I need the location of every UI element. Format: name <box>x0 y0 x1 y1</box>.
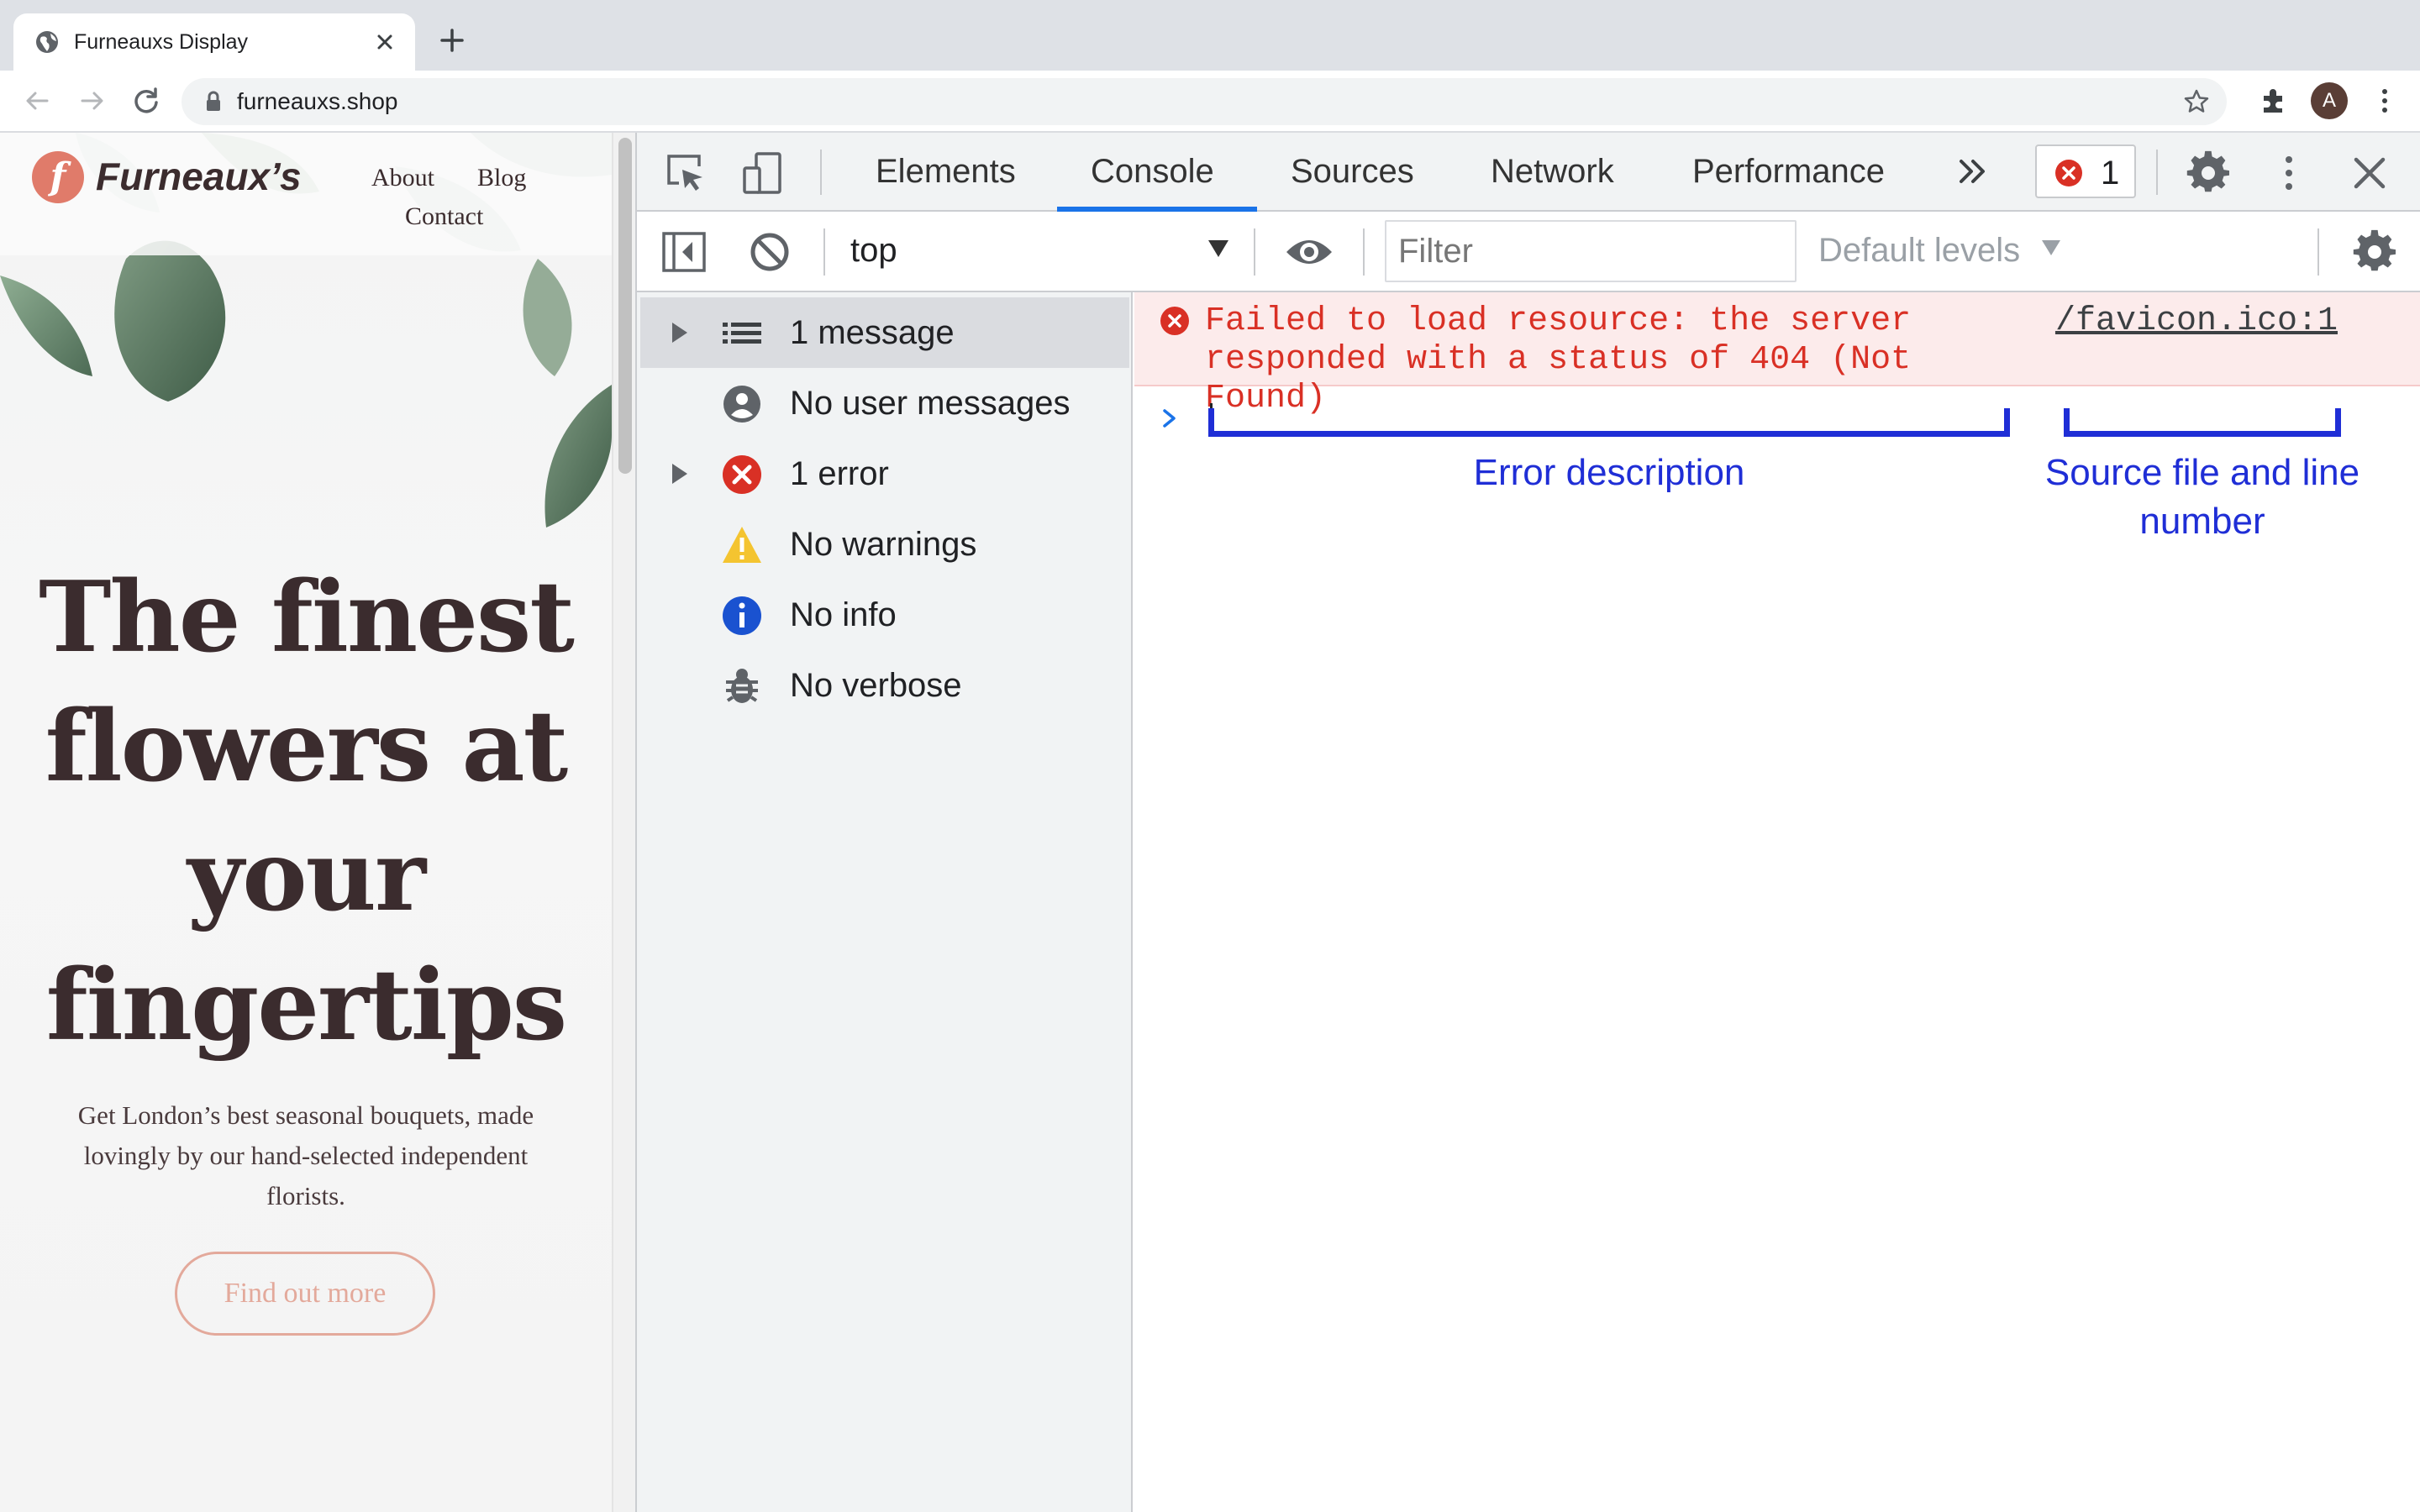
sidebar-item-label: 1 message <box>790 314 955 351</box>
separator <box>823 228 825 276</box>
device-toolbar-icon[interactable] <box>739 150 786 197</box>
list-icon <box>723 323 761 344</box>
context-selector[interactable]: top <box>850 230 897 270</box>
devtools-menu-icon[interactable] <box>2272 153 2306 193</box>
sidebar-item-verbose[interactable]: No verbose <box>640 650 1129 721</box>
browser-toolbar: furneauxs.shop A <box>0 71 2420 133</box>
sidebar-item-warnings[interactable]: No warnings <box>640 509 1129 580</box>
separator <box>2317 228 2319 276</box>
nav-link-blog[interactable]: Blog <box>477 163 526 193</box>
sidebar-item-label: No verbose <box>790 667 962 704</box>
find-out-more-button[interactable]: Find out more <box>175 1252 435 1336</box>
console-settings-gear-icon[interactable] <box>2351 228 2398 276</box>
sidebar-item-label: 1 error <box>790 455 889 492</box>
hero-subtitle: Get London’s best seasonal bouquets, mad… <box>77 1100 534 1210</box>
separator <box>820 150 822 195</box>
levels-dropdown-arrow-icon[interactable] <box>2042 240 2060 255</box>
nav-link-about[interactable]: About <box>371 163 434 193</box>
tab-sources[interactable]: Sources <box>1291 151 1414 192</box>
browser-tab-strip: Furneauxs Display <box>0 0 2420 71</box>
tab-performance[interactable]: Performance <box>1692 151 1885 192</box>
new-tab-icon[interactable] <box>435 24 469 57</box>
back-icon[interactable] <box>20 84 54 118</box>
url-text[interactable]: furneauxs.shop <box>237 88 397 115</box>
site-header: f Furneaux’s About Blog Contact <box>0 133 612 255</box>
close-tab-icon[interactable] <box>370 27 400 57</box>
website-viewport: f Furneaux’s About Blog Contact The fine… <box>0 133 612 1512</box>
sidebar-item-messages[interactable]: 1 message <box>640 297 1129 368</box>
separator <box>2156 150 2158 195</box>
bookmark-star-icon[interactable] <box>2181 87 2212 117</box>
console-output: Failed to load resource: the server resp… <box>1134 292 2420 1512</box>
annotation-error-description: Error description <box>1473 452 1745 493</box>
close-devtools-icon[interactable] <box>2351 155 2388 192</box>
log-levels-dropdown[interactable]: Default levels <box>1818 230 2020 270</box>
browser-tab[interactable]: Furneauxs Display <box>13 13 415 71</box>
context-dropdown-arrow-icon[interactable] <box>1208 240 1228 257</box>
console-toolbar: top Default levels <box>637 212 2420 292</box>
tab-title: Furneauxs Display <box>74 30 249 54</box>
reload-icon[interactable] <box>129 84 163 118</box>
console-error-row[interactable]: Failed to load resource: the server resp… <box>1134 292 2420 417</box>
inspect-element-icon[interactable] <box>662 150 709 197</box>
warning-icon <box>723 527 761 563</box>
annotation-source-file: Source file and line number <box>2044 452 2360 542</box>
show-sidebar-icon[interactable] <box>660 230 708 274</box>
extensions-puzzle-icon[interactable] <box>2257 84 2291 118</box>
annotation-bracket-description <box>1208 408 2010 437</box>
error-count: 1 <box>2101 155 2120 192</box>
sidebar-item-errors[interactable]: 1 error <box>640 438 1129 509</box>
hero-title: The finest flowers at your fingertips <box>39 560 575 1063</box>
tab-console[interactable]: Console <box>1091 151 1214 192</box>
separator <box>1363 228 1365 276</box>
scrollbar-thumb[interactable] <box>618 138 632 474</box>
error-icon <box>1160 307 1189 335</box>
sidebar-item-user-messages[interactable]: No user messages <box>640 368 1129 438</box>
devtools-panel: Elements Console Sources Network Perform… <box>635 133 2420 1512</box>
logo-mark[interactable]: f <box>32 151 84 203</box>
expand-triangle-icon[interactable] <box>672 464 687 484</box>
error-count-badge[interactable]: 1 <box>2035 144 2136 198</box>
live-expression-eye-icon[interactable] <box>1284 234 1334 270</box>
nav-link-contact[interactable]: Contact <box>405 202 483 232</box>
error-source-link[interactable]: /favicon.ico:1 <box>2055 302 2338 341</box>
browser-menu-icon[interactable] <box>2368 84 2402 118</box>
more-tabs-chevron-icon[interactable] <box>1956 155 1990 188</box>
tab-elements[interactable]: Elements <box>876 151 1016 192</box>
annotation-bracket-source <box>2064 408 2341 437</box>
forward-icon[interactable] <box>76 84 109 118</box>
error-icon <box>2055 160 2082 186</box>
bug-icon <box>726 669 758 703</box>
globe-icon <box>36 31 58 53</box>
error-message: Failed to load resource: the server resp… <box>1205 302 1912 417</box>
sidebar-item-info[interactable]: No info <box>640 580 1129 650</box>
expand-triangle-icon[interactable] <box>672 323 687 343</box>
settings-gear-icon[interactable] <box>2185 150 2232 197</box>
info-icon <box>723 596 761 635</box>
devtools-tab-bar: Elements Console Sources Network Perform… <box>637 133 2420 212</box>
error-icon <box>723 455 761 494</box>
console-filter-input[interactable] <box>1385 220 1797 282</box>
console-sidebar: 1 message No user messages 1 error No wa… <box>637 292 1133 1512</box>
clear-console-icon[interactable] <box>748 230 792 274</box>
logo-text[interactable]: Furneaux’s <box>96 153 302 200</box>
separator <box>1254 228 1255 276</box>
console-prompt-chevron-icon <box>1163 409 1176 428</box>
user-icon <box>723 386 760 423</box>
address-bar[interactable]: furneauxs.shop <box>182 78 2227 125</box>
profile-avatar[interactable]: A <box>2311 82 2348 119</box>
lock-icon[interactable] <box>202 90 225 113</box>
site-scrollbar[interactable] <box>612 133 635 1512</box>
sidebar-item-label: No info <box>790 596 897 633</box>
sidebar-item-label: No warnings <box>790 526 977 563</box>
sidebar-item-label: No user messages <box>790 385 1071 422</box>
tab-network[interactable]: Network <box>1491 151 1614 192</box>
